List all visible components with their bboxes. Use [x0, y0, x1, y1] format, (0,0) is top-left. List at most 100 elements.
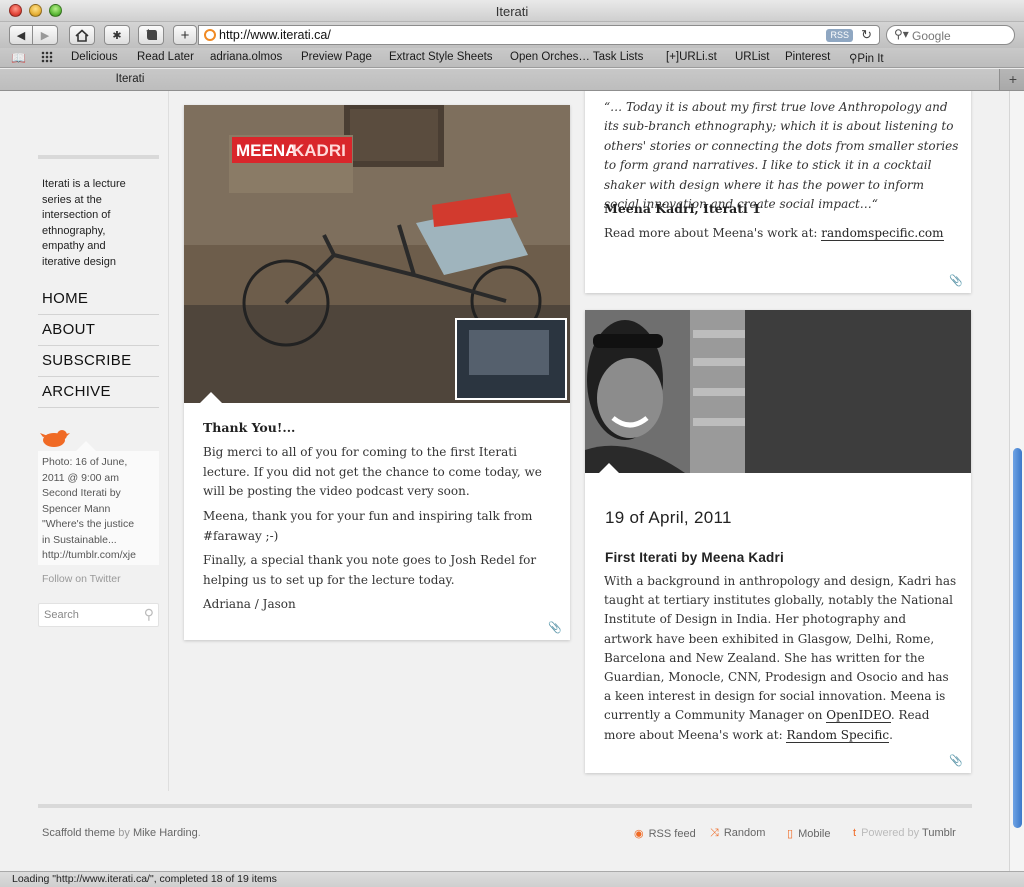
- random-specific-link[interactable]: Random Specific: [786, 727, 890, 743]
- home-button[interactable]: [69, 25, 95, 45]
- rss-icon: ◉: [634, 828, 644, 840]
- nav-divider: [38, 407, 159, 408]
- mobile-phone-icon: ▯: [787, 828, 794, 840]
- add-bookmark-button[interactable]: +: [173, 25, 197, 45]
- theme-name-link[interactable]: Scaffold theme: [42, 827, 115, 839]
- theme-author-link[interactable]: Mike Harding: [133, 827, 198, 839]
- reading-list-book-icon[interactable]: 📖: [11, 51, 26, 65]
- permalink-paperclip-icon[interactable]: 📎: [548, 621, 562, 634]
- magnifier-icon: ⚲▾: [894, 27, 909, 41]
- mobile-link[interactable]: ▯ Mobile: [787, 827, 830, 840]
- google-search-field[interactable]: ⚲▾ Google: [886, 25, 1015, 45]
- bookmark-delicious[interactable]: Delicious: [71, 51, 118, 63]
- bug-icon: ✱: [112, 29, 122, 42]
- bookmark-read-later[interactable]: Read Later: [137, 51, 194, 63]
- shuffle-icon: ⤨: [710, 827, 719, 839]
- site-description-line: series at the: [42, 193, 102, 206]
- footer-rule: [38, 804, 972, 808]
- evernote-button[interactable]: [138, 25, 164, 45]
- window-title: Iterati: [495, 4, 529, 19]
- tweet-bubble-pointer: [76, 441, 96, 451]
- rickshaw-photo[interactable]: MEENA KADRI: [184, 105, 570, 403]
- tweet-line: "Where's the justice: [42, 518, 135, 530]
- bookmark-open-orches-task-lists[interactable]: Open Orches… Task Lists: [510, 51, 643, 63]
- search-icon[interactable]: ⚲: [144, 606, 154, 623]
- nav-subscribe[interactable]: SUBSCRIBE: [42, 352, 158, 369]
- bookmark-urli-st[interactable]: [+]URLi.st: [666, 51, 717, 63]
- post-title[interactable]: First Iterati by Meena Kadri: [605, 550, 784, 565]
- sidebar-top-rule: [38, 155, 159, 159]
- page-viewport: Iterati is a lecture series at the inter…: [0, 91, 1009, 871]
- bookmark-extract-style-sheets[interactable]: Extract Style Sheets: [389, 51, 493, 63]
- post-first-iterati: 19 of April, 2011 First Iterati by Meena…: [585, 310, 971, 773]
- openideo-link[interactable]: OpenIDEO: [826, 708, 891, 724]
- evernote-elephant-icon: [145, 29, 157, 40]
- site-description-line: iterative design: [42, 255, 116, 268]
- bookmark-pinterest[interactable]: Pinterest: [785, 51, 830, 63]
- forward-button[interactable]: ▶: [33, 25, 58, 45]
- window-titlebar: Iterati: [0, 0, 1024, 22]
- post-paragraph: Big merci to all of you for coming to th…: [203, 445, 542, 499]
- post-quote: “… Today it is about my first true love …: [585, 91, 971, 293]
- tweet-line: Photo: 16 of June,: [42, 456, 128, 468]
- rss-badge-button[interactable]: RSS: [826, 29, 853, 42]
- follow-on-twitter-link[interactable]: Follow on Twitter: [42, 573, 121, 585]
- top-sites-grid-icon[interactable]: [41, 51, 53, 63]
- randomspecific-link[interactable]: randomspecific.com: [821, 226, 944, 241]
- tweet-line: in Sustainable...: [42, 533, 117, 546]
- latest-tweet[interactable]: Photo: 16 of June, 2011 @ 9:00 am Second…: [38, 451, 159, 565]
- meena-portrait-photo[interactable]: [585, 310, 745, 473]
- powered-by-label: Powered by: [861, 827, 920, 839]
- plus-icon: +: [180, 26, 190, 44]
- footer-dot: .: [197, 827, 201, 839]
- post-signature: Adriana / Jason: [203, 597, 296, 611]
- back-button[interactable]: ◀: [9, 25, 33, 45]
- post-image-pointer: [599, 463, 619, 473]
- tab-bar: Iterati +: [0, 69, 1024, 91]
- nav-home[interactable]: HOME: [42, 290, 158, 307]
- nav-archive[interactable]: ARCHIVE: [42, 383, 158, 400]
- site-description-line: empathy and: [42, 240, 106, 252]
- scrollbar-thumb[interactable]: [1013, 448, 1022, 828]
- powered-by-tumblr-link[interactable]: t Powered by Tumblr: [853, 827, 956, 839]
- sidebar-search-placeholder: Search: [44, 609, 79, 621]
- bookmark-pin-it[interactable]: ⚲Pin It: [849, 51, 884, 65]
- sidebar-search-input[interactable]: Search ⚲: [38, 603, 159, 627]
- tweet-line: Spencer Mann: [42, 502, 111, 515]
- vertical-scrollbar[interactable]: [1009, 91, 1024, 871]
- post-body-text: With a background in anthropology and de…: [604, 574, 957, 723]
- bookmark-preview-page[interactable]: Preview Page: [301, 51, 372, 63]
- rss-feed-link[interactable]: ◉ RSS feed: [634, 827, 696, 840]
- address-bar[interactable]: http://www.iterati.ca/ RSS ↻: [198, 25, 880, 45]
- post-title[interactable]: Thank You!...: [203, 420, 295, 435]
- bug-extension-button[interactable]: ✱: [104, 25, 130, 45]
- tab-iterati-label: Iterati: [115, 73, 145, 85]
- status-bar: Loading "http://www.iterati.ca/", comple…: [0, 871, 1024, 887]
- post-thank-you: MEENA KADRI Thank You!... Big merci to a…: [184, 105, 570, 640]
- permalink-paperclip-icon[interactable]: 📎: [949, 274, 963, 287]
- nav-about[interactable]: ABOUT: [42, 321, 158, 338]
- mobile-label: Mobile: [798, 828, 831, 840]
- bookmark-urlist[interactable]: URList: [735, 51, 770, 63]
- new-tab-plus-icon[interactable]: +: [1009, 71, 1017, 87]
- random-post-link[interactable]: ⤨ Random: [710, 827, 765, 840]
- tab-iterati[interactable]: Iterati: [0, 69, 1000, 90]
- post-paragraph: Meena, thank you for your fun and inspir…: [203, 509, 533, 543]
- browser-toolbar: ◀ ▶ ✱ + http://www.iterati.ca/ RSS ↻ ⚲▾ …: [0, 22, 1024, 48]
- site-favicon-icon: [204, 29, 216, 41]
- bookmarks-bar: 📖 Delicious Read Later adriana.olmos Pre…: [0, 48, 1024, 68]
- bookmark-adriana-olmos[interactable]: adriana.olmos: [210, 51, 282, 63]
- nav-divider: [38, 345, 159, 346]
- forward-arrow-icon: ▶: [40, 29, 50, 42]
- quote-text: “… Today it is about my first true love …: [604, 100, 959, 212]
- meena-photo-frame: [585, 310, 971, 473]
- twitter-bird-icon: [40, 430, 70, 447]
- reload-icon[interactable]: ↻: [861, 27, 872, 43]
- quote-read-more: Read more about Meena's work at: randoms…: [604, 226, 944, 241]
- address-bar-url: http://www.iterati.ca/: [219, 28, 331, 42]
- permalink-paperclip-icon[interactable]: 📎: [949, 754, 963, 767]
- site-description: Iterati is a lecture series at the inter…: [42, 177, 154, 270]
- post-paragraph: Finally, a special thank you note goes t…: [203, 553, 537, 587]
- rickshaw-photo-illustration: MEENA KADRI: [184, 105, 570, 403]
- tweet-line: 2011 @ 9:00 am: [42, 471, 120, 484]
